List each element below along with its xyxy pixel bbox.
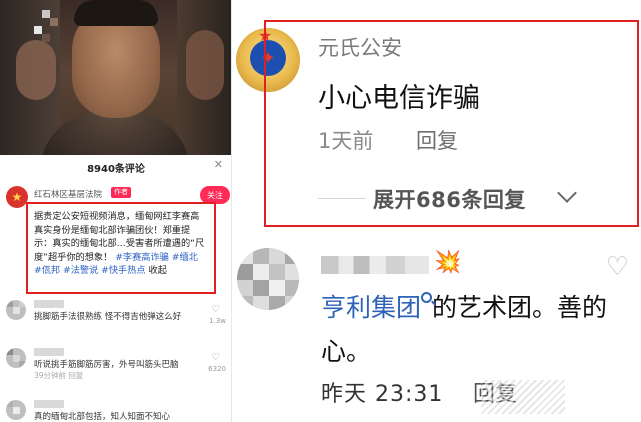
expand-replies-button[interactable]: 展开686条回复 [373,184,526,214]
avatar[interactable] [6,400,26,420]
video-frame[interactable] [0,0,231,155]
avatar[interactable] [6,348,26,368]
pixelation-block [50,18,58,26]
video-person-collar [40,112,190,155]
comment-text: 挑脚筋手法很熟练 怪不得吉他弹这么好 [34,312,182,322]
username-blurred[interactable] [34,400,64,408]
avatar[interactable] [6,300,26,320]
heart-icon[interactable]: ♡ [606,252,629,282]
court-account-avatar[interactable]: ★ [6,186,28,208]
search-link[interactable]: 亨利集团 [321,293,421,322]
comment-text: 真的缅甸北部包括，知人知面不知心 [34,412,171,422]
username-blurred[interactable] [34,300,64,308]
pixelation-block [34,26,42,34]
reply-timestamp: 1天前 [318,129,374,153]
comment-timestamp: 昨天 23:31 [321,382,444,407]
pixelation-block [42,10,50,18]
divider [318,198,366,199]
police-account-name[interactable]: 元氏公安 [318,32,402,62]
author-tag-badge: 作者 [111,187,131,198]
video-background-person [186,30,224,100]
close-icon[interactable]: ✕ [214,158,223,171]
username-blurred[interactable] [321,256,429,274]
search-icon[interactable] [421,292,433,303]
list-item: 听说挑手筋脚筋厉害，外号叫筋头巴脑 39分钟前 回复 ♡ 6320 [0,348,231,382]
right-screenshot-panel: ✦ ★ 元氏公安 小心电信诈骗 1天前 回复 展开686条回复 💥 ♡ 亨利集团… [233,0,641,422]
username-blurred[interactable] [34,348,64,356]
watermark-overlay [481,380,565,414]
heart-icon[interactable]: ♡ [211,352,220,363]
heart-icon[interactable]: ♡ [211,304,220,315]
list-item: 挑脚筋手法很熟练 怪不得吉他弹这么好 ♡ 1.3w [0,300,231,334]
reply-button[interactable]: 回复 [416,125,458,155]
court-account-name[interactable]: 红石林区基层法院 [34,188,102,200]
video-background-person [16,40,56,100]
comment-text: 亨利集团 的艺术团。善的心。 [321,286,637,374]
fire-emoji-icon: 💥 [434,250,462,275]
pixelation-block [42,34,50,42]
left-screenshot-panel: 8940条评论 ✕ ★ 红石林区基层法院 作者 关注 据贵定公安短视频消息，缅甸… [0,0,232,422]
highlighted-pinned-comment: 据贵定公安短视频消息，缅甸网红李赛高真实身份是缅甸北部诈骗团伙！郑重提示：真实的… [26,202,216,294]
police-reply-text: 小心电信诈骗 [318,83,480,114]
comment-count-title: 8940条评论 [87,164,145,175]
collapse-link[interactable]: 收起 [149,265,167,276]
comment-text: 听说挑手筋脚筋厉害，外号叫筋头巴脑 [34,360,179,370]
like-count: 1.3w [209,317,226,325]
like-count: 6320 [208,365,226,373]
comment-meta: 39分钟前 回复 [34,371,84,380]
avatar[interactable] [237,248,299,310]
video-person-hair [74,0,158,26]
list-item: 真的缅甸北部包括，知人知面不知心 [0,400,231,422]
